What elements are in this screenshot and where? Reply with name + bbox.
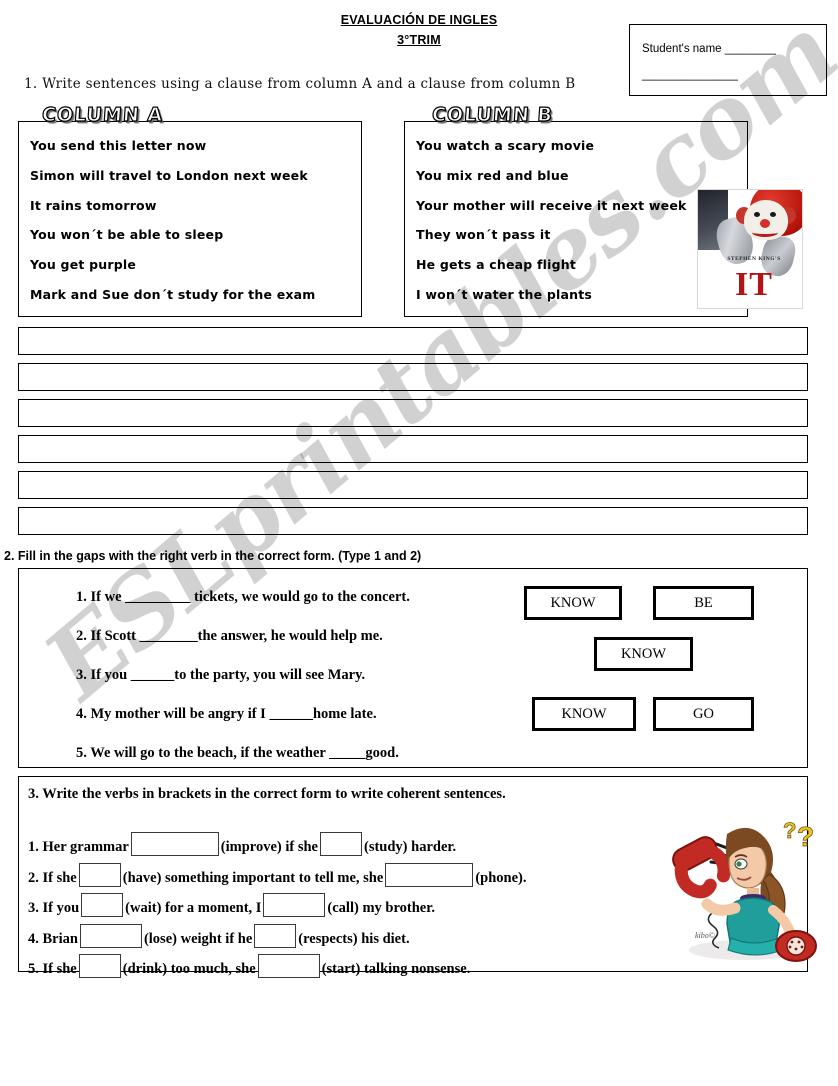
- item-text: (phone).: [475, 869, 527, 886]
- list-item: 4. Brian (lose) weight if he (respects) hi…: [28, 923, 668, 955]
- list-item[interactable]: 2. If Scott ________the answer, he would…: [76, 617, 526, 656]
- column-a-clause-list: You send this letter now Simon will trav…: [30, 131, 360, 310]
- fill-box[interactable]: [254, 923, 297, 948]
- answer-row[interactable]: [18, 507, 808, 535]
- item-text: (have) something important to tell me, s…: [122, 869, 384, 886]
- item-number: 3.: [28, 900, 39, 916]
- list-item: 5. If she (drink) too much, she (start) ta…: [28, 954, 668, 985]
- exercise-2-item-list: 1. If we _________ tickets, we would go …: [76, 578, 526, 773]
- fill-box[interactable]: [130, 832, 219, 856]
- exercise-3-item-list: 1. Her grammar (improve) if she (study) ha…: [28, 832, 668, 985]
- list-item: Mark and Sue don´t study for the exam: [30, 286, 316, 302]
- exercise-2-instruction: 2. Fill in the gaps with the right verb …: [4, 549, 422, 563]
- item-text: (start) talking nonsense.: [321, 961, 471, 977]
- item-text: (lose) weight if he: [143, 930, 253, 947]
- item-number: 4.: [28, 930, 39, 947]
- fill-box[interactable]: [78, 862, 121, 887]
- answer-row[interactable]: [18, 363, 808, 391]
- exercise-3-instruction: 3. Write the verbs in brackets in the co…: [28, 786, 506, 802]
- item-text: (wait) for a moment, I: [125, 900, 262, 916]
- list-item: You mix red and blue: [416, 167, 569, 183]
- girl-on-telephone-icon: ? ? kibo©: [672, 818, 817, 962]
- svg-text:?: ?: [783, 818, 796, 843]
- answer-row[interactable]: [18, 327, 808, 355]
- list-item: It rains tomorrow: [30, 197, 157, 213]
- item-text: (drink) too much, she: [122, 961, 256, 977]
- fill-box[interactable]: [385, 862, 474, 887]
- verb-box-know-3[interactable]: KNOW: [532, 697, 636, 731]
- list-item: 2. If she (have) something important to t…: [28, 862, 668, 894]
- fill-box[interactable]: [320, 832, 362, 856]
- svg-text:?: ?: [797, 821, 814, 852]
- poster-clown-eye-left: [754, 212, 760, 217]
- verb-box-know-2[interactable]: KNOW: [594, 637, 693, 671]
- fill-box[interactable]: [79, 923, 142, 948]
- item-text: If you: [42, 900, 80, 916]
- list-item[interactable]: 1. If we _________ tickets, we would go …: [76, 578, 526, 617]
- poster-clown-eye-right: [770, 212, 776, 217]
- it-movie-poster-image: STEPHEN KING'S IT: [697, 189, 803, 309]
- verb-box-go[interactable]: GO: [653, 697, 754, 731]
- column-a-title: COLUMN A: [41, 103, 165, 126]
- item-number: 1.: [28, 839, 39, 855]
- list-item: You won´t be able to sleep: [30, 227, 224, 243]
- fill-box[interactable]: [78, 954, 121, 978]
- clipart-signature: kibo©: [695, 931, 715, 940]
- list-item: You send this letter now: [30, 138, 207, 153]
- fill-box[interactable]: [81, 893, 124, 917]
- item-text: If she: [42, 869, 77, 886]
- item-text: If she: [42, 961, 77, 977]
- answer-row[interactable]: [18, 471, 808, 499]
- item-text: Brian: [42, 930, 78, 947]
- list-item[interactable]: 4. My mother will be angry if I ______ho…: [76, 695, 526, 734]
- item-number: 2.: [28, 869, 39, 886]
- list-item: You watch a scary movie: [416, 138, 595, 153]
- poster-title-text: IT: [735, 266, 773, 303]
- list-item: 3. If you (wait) for a moment, I (call) my…: [28, 893, 668, 924]
- poster-author-text: STEPHEN KING'S: [727, 256, 781, 262]
- student-name-blank-line: _______________: [642, 69, 738, 81]
- poster-clown-nose: [760, 219, 770, 228]
- verb-box-know-1[interactable]: KNOW: [524, 586, 622, 620]
- list-item[interactable]: 3. If you ______to the party, you will s…: [76, 656, 526, 695]
- poster-clown-mouth: [752, 228, 778, 237]
- answer-row[interactable]: [18, 399, 808, 427]
- list-item: 1. Her grammar (improve) if she (study) ha…: [28, 832, 668, 863]
- item-number: 5.: [28, 961, 39, 977]
- exercise-1-instruction: 1. Write sentences using a clause from c…: [24, 76, 576, 92]
- verb-box-be[interactable]: BE: [653, 586, 754, 620]
- item-text: (respects) his diet.: [298, 930, 410, 947]
- list-item: You get purple: [30, 257, 137, 273]
- fill-box[interactable]: [257, 954, 320, 978]
- item-text: (study) harder.: [364, 839, 457, 855]
- answer-row[interactable]: [18, 435, 808, 463]
- item-text: Her grammar: [42, 839, 129, 855]
- list-item: Simon will travel to London next week: [30, 167, 308, 183]
- item-text: (call) my brother.: [327, 900, 435, 916]
- fill-box[interactable]: [263, 893, 326, 917]
- student-name-box[interactable]: Student's name ________ _______________: [629, 24, 827, 96]
- list-item[interactable]: 5. We will go to the beach, if the weath…: [76, 734, 526, 773]
- item-text: (improve) if she: [220, 839, 318, 855]
- column-b-title: COLUMN B: [431, 103, 555, 126]
- poster-bottom-edge: [698, 302, 802, 308]
- student-name-label: Student's name ________: [642, 43, 776, 55]
